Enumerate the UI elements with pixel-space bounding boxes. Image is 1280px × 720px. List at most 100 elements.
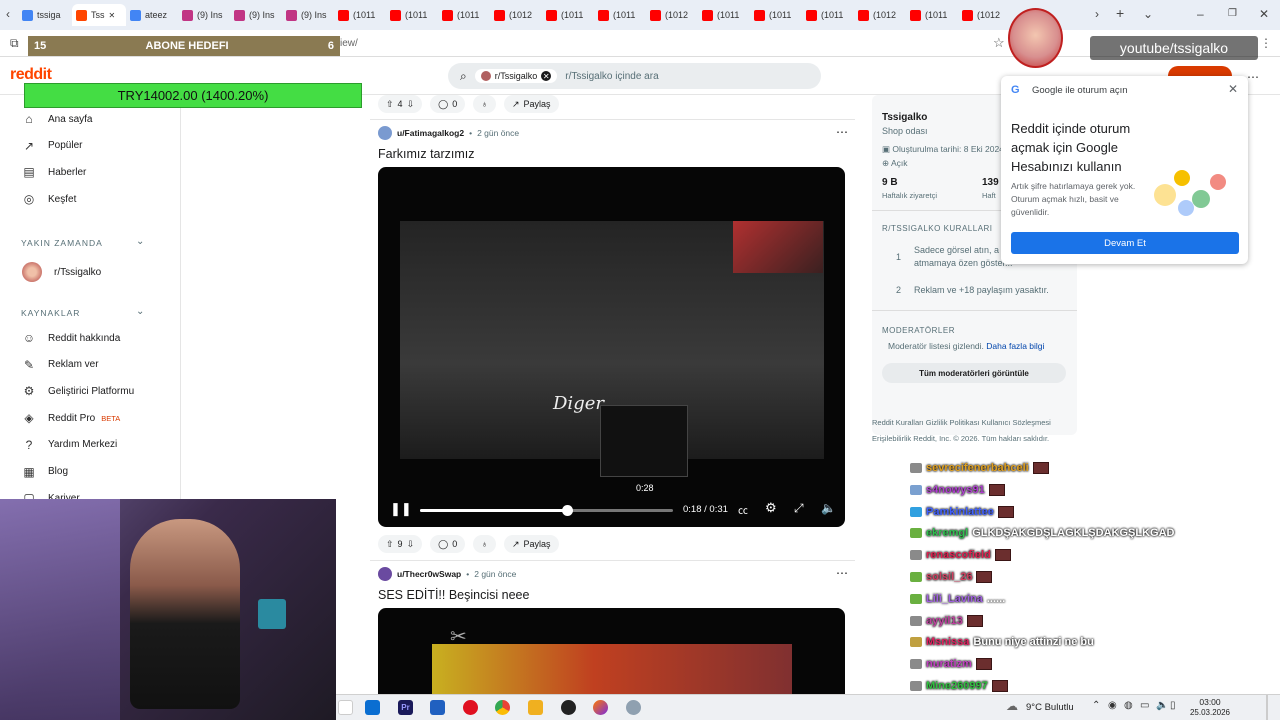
browser-tab[interactable]: Tss ✕	[72, 4, 126, 26]
recent-section-header[interactable]: YAKIN ZAMANDA ⌄	[21, 236, 144, 248]
fullscreen-icon[interactable]: ⤢	[794, 501, 804, 516]
browser-tab[interactable]: (9) Ins	[182, 4, 230, 26]
tab-scroll-left-icon[interactable]: ‹	[6, 7, 10, 21]
browser-tab[interactable]: (1011	[910, 4, 958, 26]
url-text[interactable]: iew/	[340, 38, 358, 49]
opera-icon[interactable]	[463, 700, 478, 715]
resource-item[interactable]: ⚙ Geliştirici Platformu	[22, 384, 135, 398]
file-icon[interactable]	[338, 700, 353, 715]
app-icon[interactable]	[626, 700, 641, 715]
browser-tab[interactable]: (1011	[598, 4, 646, 26]
browser-tab[interactable]: (1011	[806, 4, 854, 26]
captions-icon[interactable]: ㏄	[738, 502, 748, 517]
more-options-icon[interactable]: ⋯	[1247, 70, 1259, 84]
browser-tab[interactable]: (1011	[338, 4, 386, 26]
tab-search-icon[interactable]: ⌄	[1143, 7, 1153, 21]
folder-icon[interactable]	[528, 700, 543, 715]
more-info-link[interactable]: Daha fazla bilgi	[986, 341, 1044, 351]
weather-text[interactable]: 9°C Bulutlu	[1026, 702, 1074, 713]
tray-app-icon[interactable]: ◍	[1124, 700, 1133, 711]
sidebar-item[interactable]: ▤ Haberler	[22, 165, 86, 179]
close-window-icon[interactable]: ✕	[1259, 7, 1269, 21]
search-bar[interactable]: ⌕ r/Tssigalko ✕ r/Tssigalko içinde ara	[448, 63, 821, 89]
downvote-icon[interactable]: ⇩	[407, 539, 415, 550]
sidebar-item[interactable]: ↗ Popüler	[22, 139, 83, 153]
chip-clear-icon[interactable]: ✕	[541, 71, 552, 81]
tab-scroll-right-icon[interactable]: ›	[1095, 7, 1099, 21]
browser-tab[interactable]: (1012	[962, 4, 1010, 26]
resource-item[interactable]: ? Yardım Merkezi	[22, 438, 118, 452]
browser-tab[interactable]: (1012	[858, 4, 906, 26]
browser-tab[interactable]: (1012	[650, 4, 698, 26]
volume-icon[interactable]: 🔈	[821, 501, 836, 515]
video-player[interactable]: ✂	[378, 608, 845, 698]
avatar[interactable]	[378, 567, 392, 581]
tray-chevron-icon[interactable]: ⌃	[1092, 700, 1100, 711]
close-icon[interactable]: ✕	[1228, 82, 1238, 96]
browser-tab[interactable]: ateez	[130, 4, 178, 26]
browser-tab[interactable]: (1011	[546, 4, 594, 26]
post-title[interactable]: SES EDİTİ!! Beşincisi neee	[378, 588, 529, 602]
resource-item[interactable]: ◈ Reddit Pro BETA	[22, 411, 120, 425]
firefox-icon[interactable]	[593, 700, 608, 715]
video-progress-bar[interactable]	[420, 505, 673, 516]
browser-tab[interactable]: (1011	[702, 4, 750, 26]
award-button[interactable]: ♁	[473, 95, 496, 113]
pause-icon[interactable]: ❚❚	[390, 501, 412, 517]
video-player[interactable]: Diger 0:28 ❚❚ 0:18 / 0:31 ㏄ ⚙ ⤢ 🔈	[378, 167, 845, 527]
upvote-icon[interactable]: ⇧	[386, 539, 394, 550]
rule-text[interactable]: Sadece görsel atın, a	[914, 245, 999, 255]
award-button[interactable]: ♁	[473, 535, 496, 553]
obs-icon[interactable]	[561, 700, 576, 715]
sidebar-item[interactable]: ◎ Keşfet	[22, 192, 77, 206]
volume-icon[interactable]: 🔈	[1156, 700, 1168, 711]
app-icon[interactable]	[430, 700, 445, 715]
browser-menu-icon[interactable]: ⋮	[1260, 36, 1272, 50]
settings-gear-icon[interactable]: ⚙	[765, 500, 777, 516]
reddit-logo[interactable]: reddit	[10, 66, 52, 84]
share-button[interactable]: ↗ Paylaş	[503, 95, 559, 113]
outlook-icon[interactable]	[365, 700, 380, 715]
post-title[interactable]: Farkımız tarzımız	[378, 147, 475, 161]
upvote-icon[interactable]: ⇧	[386, 99, 394, 110]
post-author[interactable]: u/Thecr0wSwap	[397, 569, 461, 579]
chrome-icon[interactable]	[495, 700, 510, 715]
post-options-icon[interactable]: ⋯	[836, 566, 848, 580]
avatar[interactable]	[378, 126, 392, 140]
comments-button[interactable]: ◯ 0	[430, 535, 466, 553]
continue-button[interactable]: Devam Et	[1011, 232, 1239, 254]
clock-time[interactable]: 03:00	[1192, 697, 1228, 707]
browser-tab[interactable]: (9) Ins	[286, 4, 334, 26]
view-all-moderators-button[interactable]: Tüm moderatörleri görüntüle	[882, 363, 1066, 383]
comments-button[interactable]: ◯ 0	[430, 95, 466, 113]
sidebar-toggle-icon[interactable]: ⧉	[10, 36, 19, 51]
resource-item[interactable]: ✎ Reklam ver	[22, 358, 99, 372]
browser-tab[interactable]: tssiga	[22, 4, 68, 26]
browser-tab[interactable]: (1011	[754, 4, 802, 26]
share-button[interactable]: ↗ Paylaş	[503, 535, 559, 553]
battery-icon[interactable]: ▯	[1170, 700, 1176, 711]
downvote-icon[interactable]: ⇩	[407, 99, 415, 110]
browser-tab[interactable]: (1011	[442, 4, 490, 26]
show-desktop-button[interactable]	[1266, 695, 1268, 720]
tab-close-icon[interactable]: ✕	[109, 11, 116, 20]
resource-item[interactable]: ☺ Reddit hakkında	[22, 331, 120, 345]
new-tab-icon[interactable]: +	[1116, 5, 1124, 21]
browser-tab[interactable]: (9) Ins	[234, 4, 282, 26]
browser-tab[interactable]: (1012	[494, 4, 542, 26]
resources-section-header[interactable]: KAYNAKLAR ⌄	[21, 306, 144, 318]
sidebar-item[interactable]: ⌂ Ana sayfa	[22, 112, 92, 126]
subreddit-chip[interactable]: r/Tssigalko ✕	[474, 69, 558, 83]
browser-tab[interactable]: (1011	[390, 4, 438, 26]
clock-date[interactable]: 25.03.2026	[1186, 708, 1234, 717]
vote-control[interactable]: ⇧ 9 ⇩	[378, 535, 423, 553]
resource-item[interactable]: ▦ Blog	[22, 465, 68, 479]
post-author[interactable]: u/Fatimagalkog2	[397, 128, 464, 138]
network-icon[interactable]: ▭	[1140, 700, 1149, 711]
footer-links[interactable]: Reddit Kuralları Gizlilik Politikası Kul…	[872, 418, 1051, 427]
tray-app-icon[interactable]: ◉	[1108, 700, 1117, 711]
vote-control[interactable]: ⇧ 4 ⇩	[378, 95, 423, 113]
minimize-icon[interactable]: –	[1197, 7, 1204, 21]
recent-item-tssigalko[interactable]: r/Tssigalko	[22, 262, 101, 282]
post-options-icon[interactable]: ⋯	[836, 125, 848, 139]
